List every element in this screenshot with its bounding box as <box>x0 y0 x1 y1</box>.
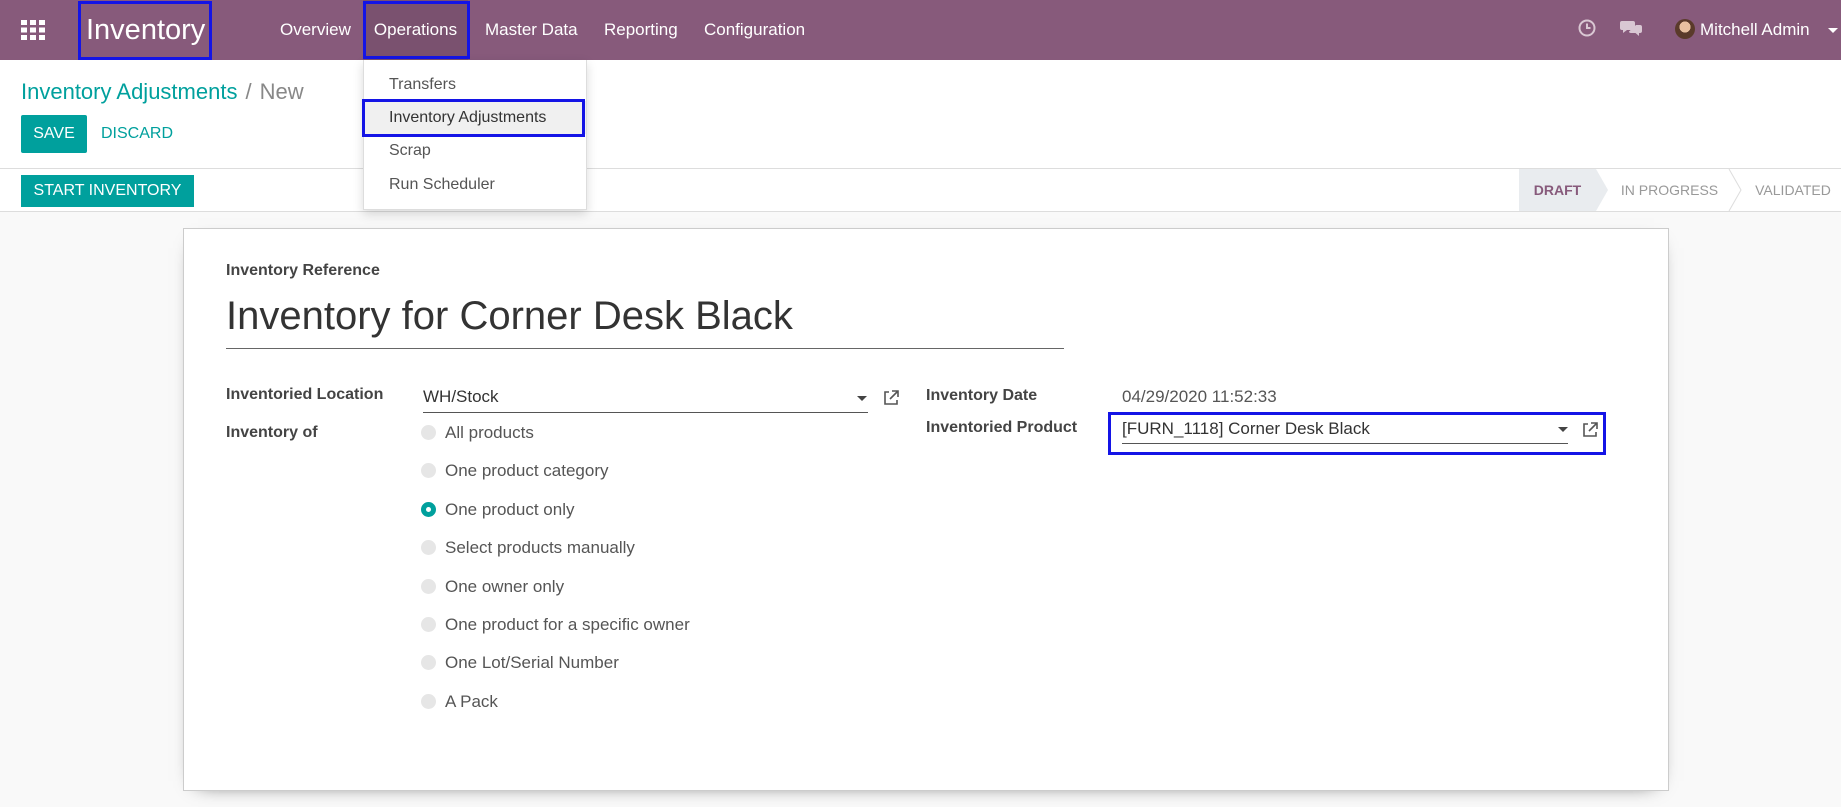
radio-label: One owner only <box>445 577 565 596</box>
radio-label: A Pack <box>445 692 498 711</box>
radio-label: One Lot/Serial Number <box>445 653 619 672</box>
statusbar: START INVENTORY DRAFT IN PROGRESS VALIDA… <box>0 168 1841 212</box>
radio-label: One product category <box>445 461 609 480</box>
menu-configuration[interactable]: Configuration <box>704 0 805 60</box>
location-external-link-icon[interactable] <box>882 389 900 407</box>
inventoried-location-underline <box>423 412 868 413</box>
stage-arrow-draft <box>1596 169 1608 211</box>
product-external-link-icon[interactable] <box>1581 421 1599 439</box>
breadcrumb-parent-link[interactable]: Inventory Adjustments <box>21 79 237 104</box>
breadcrumb: Inventory Adjustments / New <box>21 78 304 106</box>
inventoried-location-input[interactable]: WH/Stock <box>423 387 499 407</box>
stage-draft: DRAFT <box>1519 169 1596 211</box>
chat-icon[interactable] <box>1620 19 1642 42</box>
top-navbar: Inventory Overview Operations Master Dat… <box>0 0 1841 60</box>
inventory-date-label: Inventory Date <box>926 387 1038 404</box>
save-button[interactable]: SAVE <box>21 115 87 153</box>
inventory-reference-underline <box>226 348 1064 349</box>
radio-button[interactable] <box>421 425 436 440</box>
discard-button[interactable]: DISCARD <box>101 115 173 153</box>
inventory-date-value: 04/29/2020 11:52:33 <box>1122 387 1277 406</box>
menu-operations[interactable]: Operations <box>363 0 468 60</box>
dropdown-item-transfers[interactable]: Transfers <box>364 68 586 101</box>
radio-button-checked[interactable] <box>421 502 436 517</box>
menu-overview[interactable]: Overview <box>280 0 351 60</box>
inventoried-product-label: Inventoried Product <box>926 419 1078 436</box>
user-menu[interactable]: Mitchell Admin <box>1700 0 1810 60</box>
radio-button[interactable] <box>421 617 436 632</box>
radio-button[interactable] <box>421 540 436 555</box>
menu-master-data[interactable]: Master Data <box>485 0 578 60</box>
radio-button[interactable] <box>421 655 436 670</box>
dropdown-item-run-scheduler[interactable]: Run Scheduler <box>364 168 586 201</box>
radio-button[interactable] <box>421 463 436 478</box>
stage-validated[interactable]: VALIDATED <box>1745 169 1841 211</box>
dropdown-item-scrap[interactable]: Scrap <box>364 134 586 167</box>
radio-label: All products <box>445 423 534 442</box>
menu-reporting[interactable]: Reporting <box>604 0 678 60</box>
breadcrumb-separator: / <box>245 79 252 104</box>
dropdown-item-inventory-adjustments[interactable]: Inventory Adjustments <box>364 101 586 134</box>
user-menu-caret-icon[interactable] <box>1828 28 1838 33</box>
app-brand[interactable]: Inventory <box>86 10 205 50</box>
inventory-of-label: Inventory of <box>226 424 318 441</box>
inventoried-product-underline <box>1122 443 1568 444</box>
product-dropdown-caret-icon[interactable] <box>1558 427 1568 432</box>
location-dropdown-caret-icon[interactable] <box>857 396 867 401</box>
control-panel: Inventory Adjustments / New <box>0 60 1841 168</box>
apps-grid-icon[interactable] <box>21 20 45 40</box>
inventoried-product-input[interactable]: [FURN_1118] Corner Desk Black <box>1122 419 1370 439</box>
stage-in-progress[interactable]: IN PROGRESS <box>1612 169 1727 211</box>
radio-label: Select products manually <box>445 538 635 557</box>
breadcrumb-current: New <box>259 79 304 104</box>
radio-button[interactable] <box>421 694 436 709</box>
inventoried-location-label: Inventoried Location <box>226 386 384 403</box>
inventory-reference-label: Inventory Reference <box>226 262 380 279</box>
radio-button[interactable] <box>421 579 436 594</box>
radio-label: One product only <box>445 500 575 519</box>
user-avatar[interactable] <box>1675 19 1695 39</box>
start-inventory-button[interactable]: START INVENTORY <box>21 175 194 207</box>
clock-icon[interactable] <box>1578 19 1596 42</box>
inventory-reference-input[interactable]: Inventory for Corner Desk Black <box>226 290 1064 342</box>
operations-dropdown-menu: Transfers Inventory Adjustments Scrap Ru… <box>363 60 587 210</box>
stage-divider-icon <box>1728 169 1742 211</box>
radio-label: One product for a specific owner <box>445 615 690 634</box>
